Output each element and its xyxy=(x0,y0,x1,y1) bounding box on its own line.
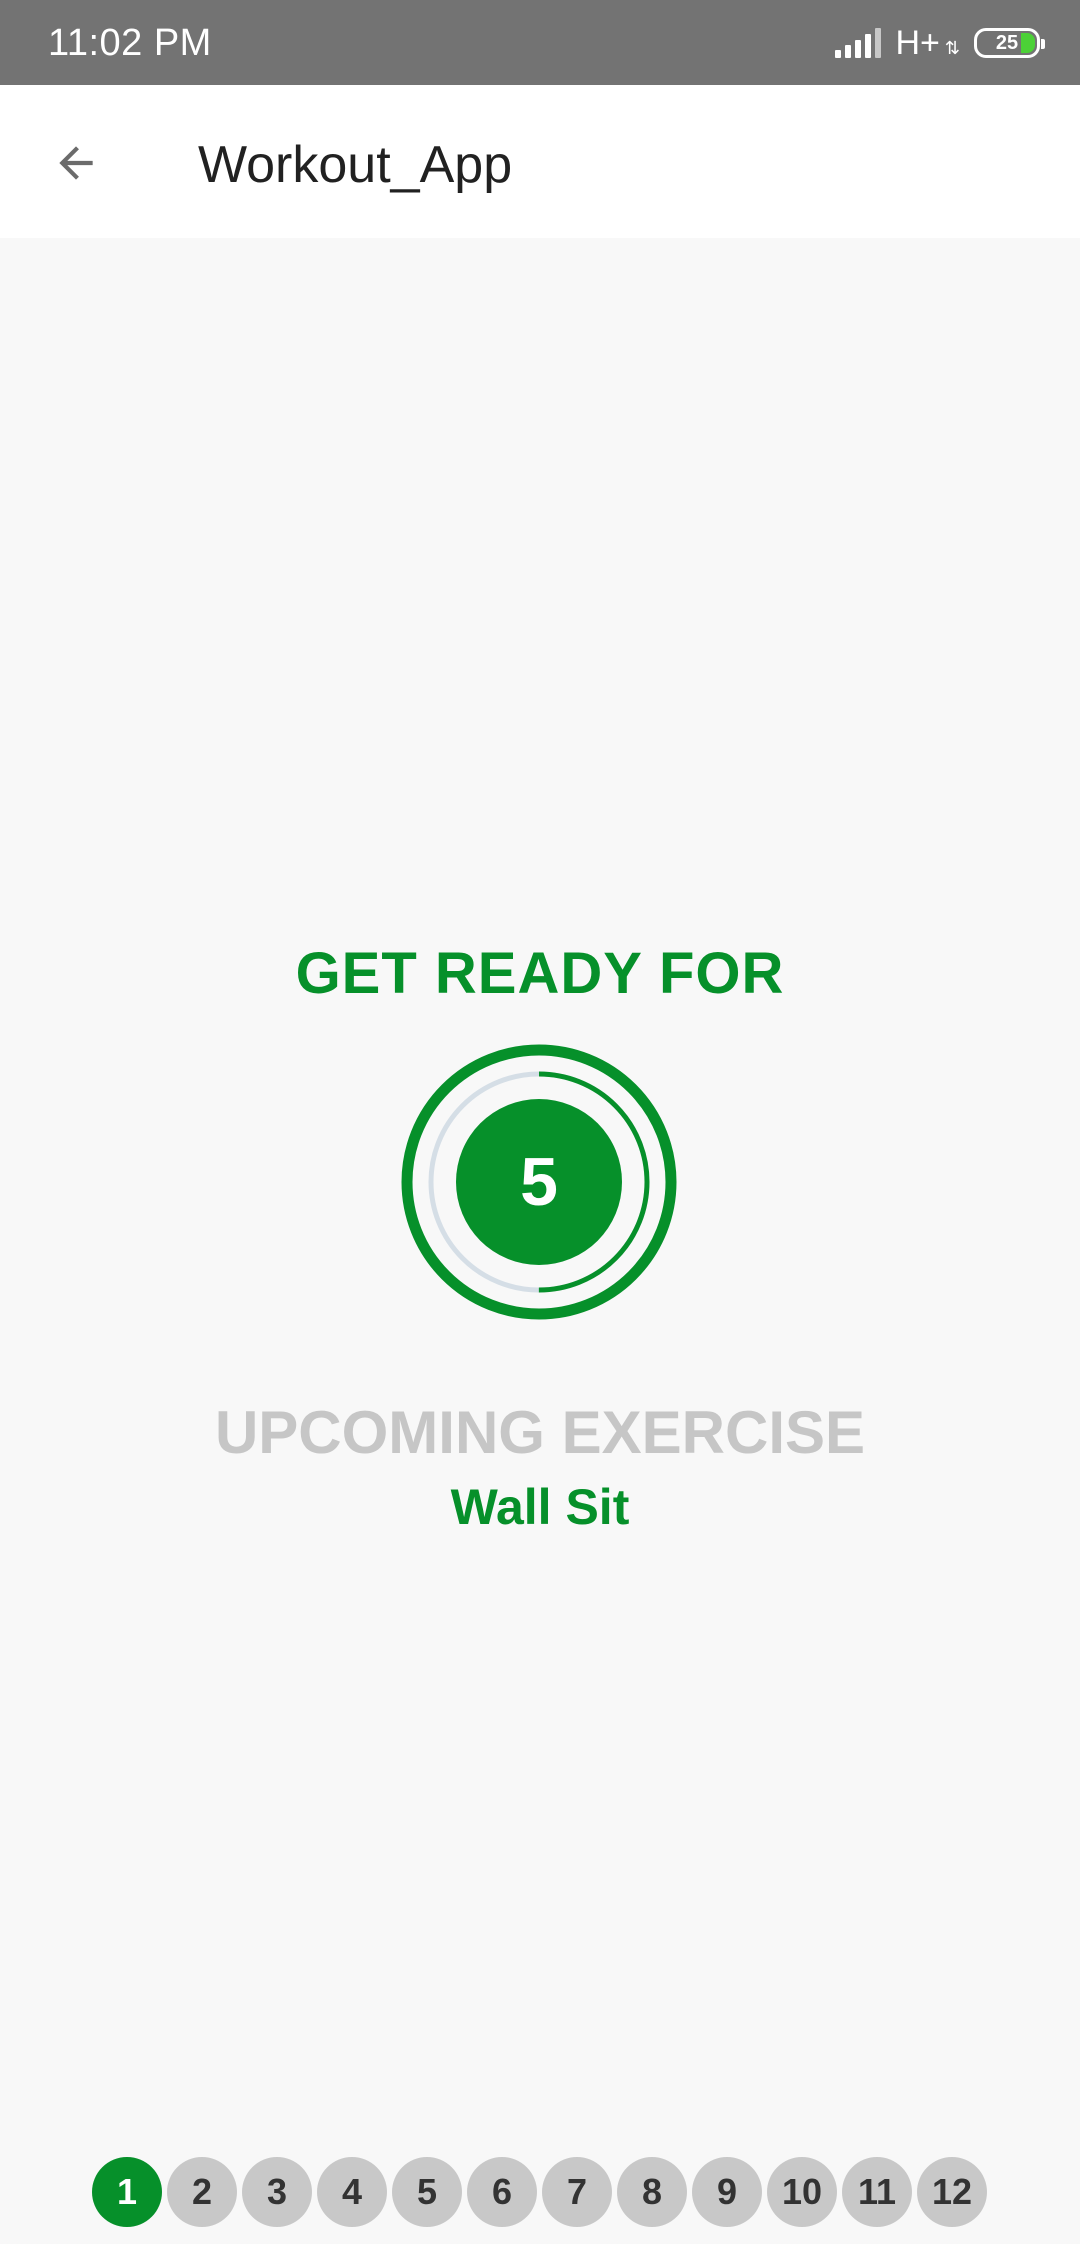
battery-icon: 25 xyxy=(974,28,1045,58)
exercise-step-9[interactable]: 9 xyxy=(692,2157,762,2227)
status-bar: 11:02 PM H+ ⇅ 25 xyxy=(0,0,1080,85)
exercise-step-11[interactable]: 11 xyxy=(842,2157,912,2227)
signal-icon xyxy=(835,28,882,58)
back-button[interactable] xyxy=(36,123,116,203)
exercise-step-4[interactable]: 4 xyxy=(317,2157,387,2227)
arrow-left-icon xyxy=(59,146,93,180)
exercise-step-8[interactable]: 8 xyxy=(617,2157,687,2227)
app-bar: Workout_App xyxy=(0,85,1080,238)
upcoming-exercise-label: UPCOMING EXERCISE xyxy=(214,1399,866,1466)
battery-level: 25 xyxy=(995,31,1019,54)
exercise-step-2[interactable]: 2 xyxy=(167,2157,237,2227)
countdown-value: 5 xyxy=(520,1144,558,1220)
exercise-step-1[interactable]: 1 xyxy=(92,2157,162,2227)
exercise-step-3[interactable]: 3 xyxy=(242,2157,312,2227)
status-time: 11:02 PM xyxy=(48,22,212,64)
network-type-indicator: H+ ⇅ xyxy=(895,23,960,62)
get-ready-title: GET READY FOR xyxy=(295,941,785,1006)
app-title: Workout_App xyxy=(198,136,513,194)
exercise-progress-indicator: 1 2 3 4 5 6 7 8 9 10 11 12 xyxy=(92,2157,987,2227)
upcoming-exercise-name: Wall Sit xyxy=(450,1479,630,1535)
exercise-step-6[interactable]: 6 xyxy=(467,2157,537,2227)
exercise-step-12[interactable]: 12 xyxy=(917,2157,987,2227)
countdown-timer: 5 xyxy=(401,1044,677,1320)
exercise-step-10[interactable]: 10 xyxy=(767,2157,837,2227)
exercise-step-5[interactable]: 5 xyxy=(392,2157,462,2227)
status-indicators: H+ ⇅ 25 xyxy=(835,20,1045,66)
exercise-step-7[interactable]: 7 xyxy=(542,2157,612,2227)
